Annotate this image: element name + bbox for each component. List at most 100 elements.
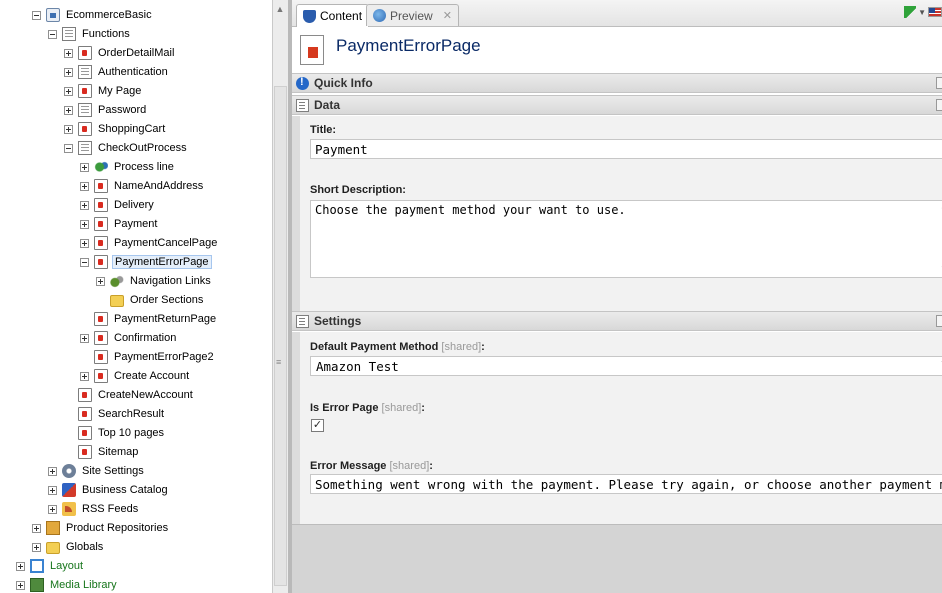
tree-node-payment[interactable]: Payment xyxy=(80,215,159,233)
tree-node-paymentreturnpage[interactable]: PaymentReturnPage xyxy=(80,310,218,328)
page-icon xyxy=(78,445,92,459)
tree-node-globals[interactable]: Globals xyxy=(32,538,105,556)
tree-node-media-library[interactable]: Media Library xyxy=(16,576,119,593)
dropdown-arrow-icon[interactable]: ▼ xyxy=(918,8,926,17)
tree-node-site-settings[interactable]: Site Settings xyxy=(48,462,146,480)
expand-icon[interactable] xyxy=(16,561,25,571)
catalog-icon xyxy=(62,483,76,497)
folder-icon xyxy=(46,542,60,554)
tree-node-delivery[interactable]: Delivery xyxy=(80,196,156,214)
scroll-thumb[interactable] xyxy=(274,86,287,586)
page-icon xyxy=(300,35,324,65)
page-icon xyxy=(94,312,108,326)
expand-icon[interactable] xyxy=(48,504,57,514)
tree-node-process-line[interactable]: Process line xyxy=(80,158,176,176)
settings-panel: Default Payment Method [shared]: Amazon … xyxy=(292,332,942,524)
tab-preview[interactable]: Preview ✕ xyxy=(366,4,459,26)
collapse-icon[interactable] xyxy=(48,29,57,39)
tree-node-top-10-pages[interactable]: Top 10 pages xyxy=(64,424,166,442)
expand-icon[interactable] xyxy=(16,580,25,590)
expand-icon[interactable] xyxy=(80,181,89,191)
page-icon xyxy=(78,46,92,60)
tree-node-create-account[interactable]: Create Account xyxy=(80,367,191,385)
section-data[interactable]: Data xyxy=(292,95,942,115)
editor-empty-area xyxy=(292,524,942,593)
collapse-icon[interactable] xyxy=(936,99,942,111)
collapse-icon[interactable] xyxy=(64,143,73,153)
title-field[interactable]: Payment xyxy=(310,139,942,159)
page-icon xyxy=(94,255,108,269)
tab-content[interactable]: Content xyxy=(296,4,370,27)
tree-node-paymenterrorpage2[interactable]: PaymentErrorPage2 xyxy=(80,348,216,366)
collapse-icon[interactable] xyxy=(32,10,41,20)
error-message-field[interactable]: Something went wrong with the payment. P… xyxy=(310,474,942,494)
folder-icon xyxy=(110,295,124,307)
tree-node-createnewaccount[interactable]: CreateNewAccount xyxy=(64,386,195,404)
tree-node-navigation-links[interactable]: Navigation Links xyxy=(96,272,213,290)
tree-node-orderdetailmail[interactable]: OrderDetailMail xyxy=(64,44,176,62)
language-flag-icon[interactable] xyxy=(928,7,942,17)
editor-panel: Content Preview ✕ ▼ PaymentErrorPage Qui… xyxy=(292,0,942,593)
tree-node-business-catalog[interactable]: Business Catalog xyxy=(48,481,170,499)
expand-icon[interactable] xyxy=(80,333,89,343)
expand-icon[interactable] xyxy=(80,238,89,248)
tree-node-confirmation[interactable]: Confirmation xyxy=(80,329,178,347)
scroll-up-arrow-icon[interactable]: ▲ xyxy=(275,4,285,14)
page-header: PaymentErrorPage xyxy=(292,27,942,73)
close-icon[interactable]: ✕ xyxy=(443,9,452,22)
layout-icon xyxy=(30,559,44,573)
expand-icon[interactable] xyxy=(80,371,89,381)
data-panel: Title: Payment Short Description: Choose… xyxy=(292,116,942,311)
folder-page-icon xyxy=(78,65,92,79)
tree-node-shoppingcart[interactable]: ShoppingCart xyxy=(64,120,167,138)
section-quick-info[interactable]: Quick Info xyxy=(292,73,942,93)
tree-node-checkoutprocess[interactable]: CheckOutProcess xyxy=(64,139,189,157)
expand-icon[interactable] xyxy=(936,77,942,89)
expand-icon[interactable] xyxy=(64,124,73,134)
is-error-page-checkbox[interactable]: ✓ xyxy=(311,419,324,432)
expand-icon[interactable] xyxy=(80,200,89,210)
short-description-field[interactable]: Choose the payment method your want to u… xyxy=(310,200,942,278)
tree-scrollbar[interactable]: ▲ ≡ xyxy=(272,0,288,593)
tree-node-ecommercebasic[interactable]: EcommerceBasic xyxy=(32,6,154,24)
is-error-page-label: Is Error Page [shared]: xyxy=(310,402,425,414)
expand-icon[interactable] xyxy=(96,276,105,286)
expand-icon[interactable] xyxy=(48,466,57,476)
tree-node-sitemap[interactable]: Sitemap xyxy=(64,443,140,461)
tree-node-password[interactable]: Password xyxy=(64,101,148,119)
page-icon xyxy=(94,217,108,231)
expand-icon[interactable] xyxy=(32,542,41,552)
tree-node-order-sections[interactable]: Order Sections xyxy=(96,291,205,309)
expand-icon[interactable] xyxy=(80,219,89,229)
collapse-icon[interactable] xyxy=(936,315,942,327)
expand-icon[interactable] xyxy=(64,67,73,77)
tree-node-nameandaddress[interactable]: NameAndAddress xyxy=(80,177,205,195)
expand-icon[interactable] xyxy=(48,485,57,495)
folder-page-icon xyxy=(62,27,76,41)
expand-icon[interactable] xyxy=(64,86,73,96)
payment-method-label: Default Payment Method [shared]: xyxy=(310,341,485,353)
expand-icon[interactable] xyxy=(32,523,41,533)
title-label: Title: xyxy=(310,124,337,136)
expand-icon[interactable] xyxy=(64,105,73,115)
tree-node-paymenterrorpage[interactable]: PaymentErrorPage xyxy=(80,253,212,271)
tree-node-authentication[interactable]: Authentication xyxy=(64,63,170,81)
document-icon xyxy=(296,98,309,112)
section-settings[interactable]: Settings xyxy=(292,311,942,331)
tree-node-functions[interactable]: Functions xyxy=(48,25,132,43)
expand-icon[interactable] xyxy=(64,48,73,58)
tree-node-searchresult[interactable]: SearchResult xyxy=(64,405,166,423)
payment-method-select[interactable]: Amazon Test ▼ xyxy=(310,356,942,376)
publish-flag-icon[interactable] xyxy=(904,6,917,18)
expand-icon[interactable] xyxy=(80,162,89,172)
tree-node-paymentcancelpage[interactable]: PaymentCancelPage xyxy=(80,234,219,252)
collapse-icon[interactable] xyxy=(80,257,89,267)
tree-node-my-page[interactable]: My Page xyxy=(64,82,143,100)
navigation-icon xyxy=(110,274,124,288)
page-icon xyxy=(94,350,108,364)
tree-node-layout[interactable]: Layout xyxy=(16,557,85,575)
splitter-grip-icon[interactable]: ≡ xyxy=(276,357,281,367)
tree-node-product-repositories[interactable]: Product Repositories xyxy=(32,519,170,537)
tree-node-rss-feeds[interactable]: RSS Feeds xyxy=(48,500,140,518)
page-icon xyxy=(94,236,108,250)
